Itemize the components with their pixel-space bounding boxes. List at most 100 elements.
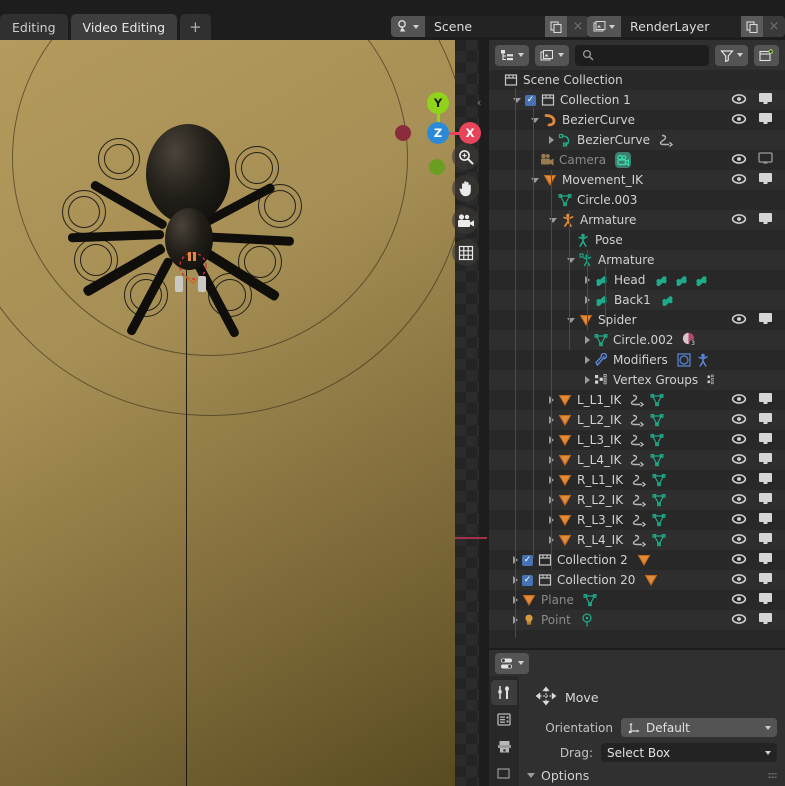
camera-icon[interactable] <box>452 207 479 234</box>
outliner-row-label: Armature <box>598 253 655 267</box>
hide-in-viewport-icon[interactable] <box>731 313 747 328</box>
disable-in-renders-icon[interactable] <box>758 612 773 628</box>
spider-model[interactable] <box>62 118 302 339</box>
viewlayer-selector[interactable]: RenderLayer × <box>587 16 785 37</box>
collection-checkbox[interactable]: ✓ <box>525 94 536 106</box>
tree-guide-line <box>551 170 552 570</box>
disable-in-renders-icon[interactable] <box>758 172 773 188</box>
scene-selector[interactable]: Scene × <box>391 16 589 37</box>
gizmo-axis-y[interactable]: Y <box>427 92 449 114</box>
viewlayer-icon[interactable] <box>587 16 621 37</box>
viewlayer-tab-icon[interactable] <box>491 761 517 786</box>
hide-in-viewport-icon[interactable] <box>731 433 747 448</box>
hide-in-viewport-icon[interactable] <box>731 553 747 568</box>
ik-handle[interactable] <box>198 276 206 292</box>
gizmo-axis-neg-y[interactable] <box>429 159 445 175</box>
display-mode-icon[interactable] <box>495 44 529 66</box>
filter-id-type-icon[interactable] <box>535 44 569 66</box>
hand-icon[interactable] <box>452 175 479 202</box>
hide-in-viewport-icon[interactable] <box>731 393 747 408</box>
disable-in-renders-icon[interactable] <box>758 112 773 128</box>
options-label: Options <box>541 768 590 783</box>
gizmo-axis-z[interactable]: Z <box>427 122 449 144</box>
disable-in-renders-icon[interactable] <box>758 452 773 468</box>
scene-name[interactable]: Scene <box>425 16 545 37</box>
add-workspace-button[interactable]: + <box>180 14 211 40</box>
hide-in-viewport-icon[interactable] <box>731 453 747 468</box>
drag-select[interactable]: Select Box <box>601 743 777 762</box>
scene-icon[interactable] <box>391 16 425 37</box>
gizmo-axis-neg-x[interactable] <box>395 125 411 141</box>
output-icon[interactable] <box>491 734 517 759</box>
disable-in-renders-icon[interactable] <box>758 92 773 108</box>
chevron-right-icon[interactable] <box>585 356 590 364</box>
unlink-scene-button[interactable]: × <box>567 16 589 37</box>
hide-in-viewport-icon[interactable] <box>731 613 747 628</box>
disable-in-renders-icon[interactable] <box>758 492 773 508</box>
empty-icon <box>558 473 572 487</box>
collection-checkbox[interactable]: ✓ <box>522 554 533 566</box>
properties-tab-strip[interactable] <box>489 676 519 786</box>
hide-in-viewport-icon[interactable] <box>731 533 747 548</box>
disable-in-renders-icon[interactable] <box>758 432 773 448</box>
hide-in-viewport-icon[interactable] <box>731 413 747 428</box>
hide-in-viewport-icon[interactable] <box>731 213 747 228</box>
outliner-row[interactable]: ✓ Collection 1 <box>489 90 785 110</box>
outliner-row[interactable]: Point <box>489 610 785 630</box>
disable-in-renders-icon[interactable] <box>758 532 773 548</box>
options-panel-header[interactable]: Options <box>527 768 777 783</box>
gizmo-axis-x[interactable]: X <box>459 122 481 144</box>
hide-in-viewport-icon[interactable] <box>731 113 747 128</box>
remove-viewlayer-button[interactable]: × <box>763 16 785 37</box>
disable-in-renders-icon[interactable] <box>758 152 773 168</box>
disable-in-renders-icon[interactable] <box>758 552 773 568</box>
disable-in-renders-icon[interactable] <box>758 572 773 588</box>
hide-in-viewport-icon[interactable] <box>731 573 747 588</box>
search-input[interactable] <box>575 44 709 66</box>
outliner-tree[interactable]: Scene Collection ✓ Collection 1 BezierCurve… <box>489 70 785 648</box>
render-icon[interactable] <box>491 707 517 732</box>
new-collection-icon[interactable] <box>754 44 779 66</box>
hide-in-viewport-icon[interactable] <box>731 153 747 168</box>
outliner-row[interactable]: Scene Collection <box>489 70 785 90</box>
disable-in-renders-icon[interactable] <box>758 512 773 528</box>
orientation-select[interactable]: Default <box>621 718 777 737</box>
chevron-right-icon[interactable] <box>585 336 590 344</box>
hide-in-viewport-icon[interactable] <box>731 473 747 488</box>
workspace-tab-editing[interactable]: Editing <box>0 14 68 40</box>
ik-handle[interactable] <box>175 276 183 292</box>
disable-in-renders-icon[interactable] <box>758 592 773 608</box>
hide-in-viewport-icon[interactable] <box>731 513 747 528</box>
hide-in-viewport-icon[interactable] <box>731 93 747 108</box>
workspace-tab-video-editing[interactable]: Video Editing <box>70 14 178 40</box>
outliner-row-label: L_L1_IK <box>577 393 622 407</box>
disable-in-renders-icon[interactable] <box>758 312 773 328</box>
viewlayer-name[interactable]: RenderLayer <box>621 16 741 37</box>
mesh-data-icon <box>652 493 666 507</box>
mesh-data-icon <box>652 533 666 547</box>
disable-in-renders-icon[interactable] <box>758 212 773 228</box>
zoom-icon[interactable] <box>452 143 479 170</box>
resize-grip[interactable] <box>768 772 777 779</box>
filter-icon[interactable] <box>715 44 748 66</box>
new-scene-icon[interactable] <box>545 16 567 37</box>
chevron-right-icon[interactable] <box>549 136 554 144</box>
viewport-3d[interactable]: ‹ Y Z X <box>0 40 487 786</box>
outliner-row[interactable]: ✓ Collection 20 <box>489 570 785 590</box>
grid-icon[interactable] <box>452 239 479 266</box>
hide-in-viewport-icon[interactable] <box>731 593 747 608</box>
outliner-row-label: L_L3_IK <box>577 433 622 447</box>
tool-icon[interactable] <box>491 680 517 705</box>
outliner-row-label: Armature <box>580 213 637 227</box>
disable-in-renders-icon[interactable] <box>758 392 773 408</box>
new-viewlayer-icon[interactable] <box>741 16 763 37</box>
disable-in-renders-icon[interactable] <box>758 472 773 488</box>
properties-editor-icon[interactable] <box>495 652 529 674</box>
hide-in-viewport-icon[interactable] <box>731 493 747 508</box>
hide-in-viewport-icon[interactable] <box>731 173 747 188</box>
collection-checkbox[interactable]: ✓ <box>522 574 533 586</box>
outliner-row[interactable]: Plane <box>489 590 785 610</box>
disable-in-renders-icon[interactable] <box>758 412 773 428</box>
mesh-data-icon <box>583 593 597 607</box>
chevron-right-icon[interactable] <box>585 376 590 384</box>
